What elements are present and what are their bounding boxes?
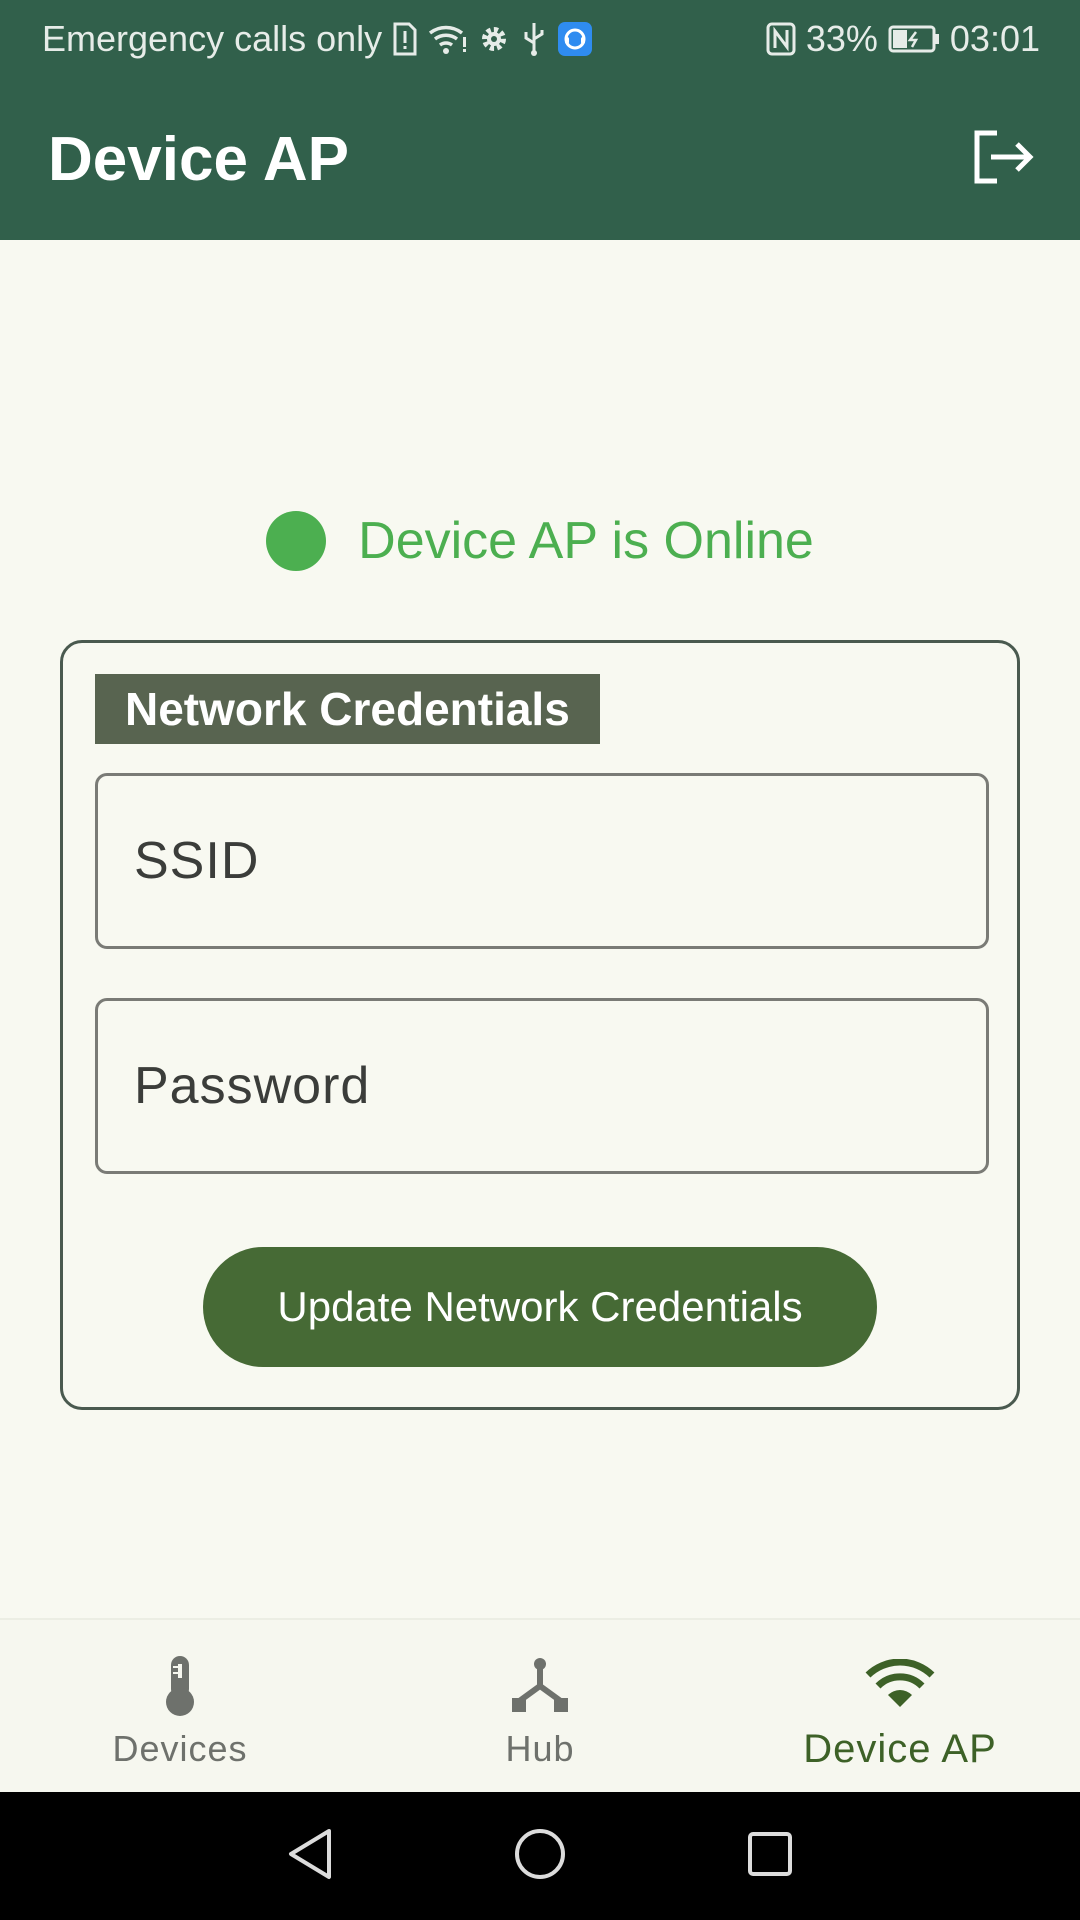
recents-icon xyxy=(746,1830,794,1883)
nav-label-devices: Devices xyxy=(112,1728,248,1769)
app-bar: Device AP xyxy=(0,78,1080,240)
wifi-icon xyxy=(428,23,468,55)
carrier-text: Emergency calls only xyxy=(42,18,383,59)
wifi-icon xyxy=(864,1647,936,1723)
back-button[interactable] xyxy=(270,1816,350,1896)
logout-button[interactable] xyxy=(966,122,1040,196)
network-credentials-card: Network Credentials SSID Password Update… xyxy=(60,640,1020,1410)
thermometer-icon xyxy=(160,1648,200,1724)
nav-item-devices[interactable]: Devices xyxy=(0,1620,360,1792)
password-placeholder: Password xyxy=(134,1057,371,1115)
back-icon xyxy=(285,1827,335,1886)
update-credentials-button[interactable]: Update Network Credentials xyxy=(203,1247,877,1367)
ssid-field[interactable]: SSID xyxy=(95,773,989,949)
home-button[interactable] xyxy=(500,1816,580,1896)
page-title: Device AP xyxy=(48,124,349,194)
status-text: Device AP is Online xyxy=(358,512,814,570)
usb-icon xyxy=(520,21,548,57)
assistant-app-icon xyxy=(558,22,593,56)
settings-icon xyxy=(478,23,510,55)
logout-icon xyxy=(971,129,1035,190)
password-field[interactable]: Password xyxy=(95,998,989,1174)
home-icon xyxy=(513,1827,567,1886)
status-bar-left: Emergency calls only xyxy=(42,18,593,60)
nav-label-device-ap: Device AP xyxy=(803,1726,997,1771)
status-indicator-dot xyxy=(266,511,327,571)
nav-item-device-ap[interactable]: Device AP xyxy=(720,1620,1080,1792)
ssid-placeholder: SSID xyxy=(134,832,260,890)
section-title: Network Credentials xyxy=(95,674,600,744)
screen: Emergency calls only 33% 03:01 Device AP… xyxy=(0,0,1080,1920)
nfc-icon xyxy=(766,22,796,56)
system-navigation-bar xyxy=(0,1792,1080,1920)
battery-percent: 33% xyxy=(805,18,878,59)
hub-icon xyxy=(510,1648,570,1724)
nav-label-hub: Hub xyxy=(505,1728,575,1769)
status-bar-right: 33% 03:01 xyxy=(766,18,1040,60)
status-bar: Emergency calls only 33% 03:01 xyxy=(0,0,1080,78)
battery-charging-icon xyxy=(888,25,940,53)
bottom-navigation: Devices Hub Device AP xyxy=(0,1618,1080,1792)
nav-item-hub[interactable]: Hub xyxy=(360,1620,720,1792)
recents-button[interactable] xyxy=(730,1816,810,1896)
sim-alert-icon xyxy=(392,22,418,56)
clock: 03:01 xyxy=(949,18,1040,59)
connection-status: Device AP is Online xyxy=(0,505,1080,577)
